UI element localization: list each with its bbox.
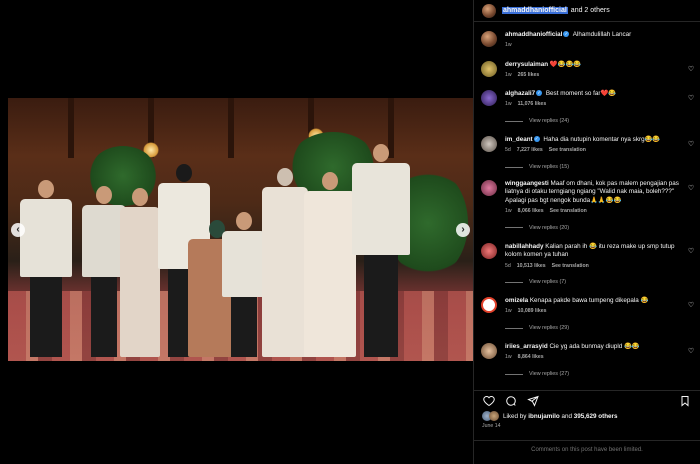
comment-likes[interactable]: 10,089 likes — [518, 308, 547, 314]
heart-icon[interactable]: ♡ — [687, 65, 695, 73]
person — [222, 212, 266, 357]
list-item: im_deant ✓ Haha dia nutupin komentar nya … — [474, 136, 700, 171]
liked-by-user[interactable]: ibnujamilo — [528, 413, 560, 420]
media-area: ‹ › — [0, 0, 473, 464]
heart-icon[interactable]: ♡ — [687, 247, 695, 255]
avatar[interactable] — [481, 31, 497, 47]
comment-time[interactable]: 5d — [505, 147, 511, 153]
avatar[interactable] — [481, 180, 497, 196]
comment-username[interactable]: derrysulaiman — [505, 61, 548, 68]
likes-count[interactable]: 395,629 others — [574, 413, 618, 420]
heart-icon[interactable]: ♡ — [687, 140, 695, 148]
person — [352, 144, 410, 357]
view-replies-button[interactable]: View replies (15) — [505, 163, 689, 171]
header-collaborators[interactable]: and 2 others — [571, 7, 610, 14]
view-replies-button[interactable]: View replies (24) — [505, 117, 689, 125]
heart-icon[interactable]: ♡ — [687, 347, 695, 355]
instagram-post-view: ‹ › ahmaddhaniofficial and 2 others ahma… — [0, 0, 700, 464]
caption: ahmaddhaniofficial ✓ Alhamdulillah Lancar… — [474, 31, 700, 50]
see-translation-link[interactable]: See translation — [549, 147, 586, 153]
comment-likes[interactable]: 10,513 likes — [517, 263, 546, 269]
comment-text: Cie yg ada bunmay diupld 😂😂 — [549, 343, 640, 350]
heart-icon[interactable]: ♡ — [687, 184, 695, 192]
likes-joiner: and — [561, 412, 572, 420]
comment-time[interactable]: 5d — [505, 263, 511, 269]
view-replies-button[interactable]: View replies (7) — [505, 278, 689, 286]
comment-username[interactable]: ahmaddhaniofficial — [505, 31, 562, 38]
likes-prefix: Liked by — [503, 412, 527, 420]
comment-time[interactable]: 1w — [505, 72, 512, 78]
comment-text: Kenapa pakde bawa tumpeng dikepala 😂 — [529, 297, 649, 304]
header-username[interactable]: ahmaddhaniofficial — [502, 7, 568, 14]
list-item: omizela Kenapa pakde bawa tumpeng dikepa… — [474, 297, 700, 332]
caption-text: Alhamdulillah Lancar — [572, 31, 632, 38]
comment-username[interactable]: iriies_arrasyid — [505, 343, 548, 350]
comment-text: Best moment so far❤️😂 — [545, 90, 617, 97]
comment-likes[interactable]: 7,227 likes — [517, 147, 543, 153]
avatar[interactable] — [481, 297, 497, 313]
comment-time[interactable]: 1w — [505, 42, 512, 48]
person — [20, 180, 72, 357]
verified-icon: ✓ — [533, 136, 540, 143]
list-item: iriies_arrasyid Cie yg ada bunmay diupld… — [474, 343, 700, 378]
heart-icon[interactable] — [482, 394, 496, 408]
comment-likes[interactable]: 8,066 likes — [518, 208, 544, 214]
comment-time[interactable]: 1w — [505, 101, 512, 107]
comment-text: Haha dia nutupin komentar nya skrg😂😂 — [543, 136, 661, 143]
comment-username[interactable]: omizela — [505, 297, 528, 304]
person — [262, 168, 308, 357]
ceiling-beam — [68, 98, 74, 158]
comment-likes[interactable]: 11,076 likes — [518, 101, 547, 107]
comment-time[interactable]: 1w — [505, 308, 512, 314]
chevron-right-icon[interactable]: › — [456, 223, 470, 237]
chevron-left-icon[interactable]: ‹ — [11, 223, 25, 237]
view-replies-button[interactable]: View replies (29) — [505, 324, 689, 332]
avatar[interactable] — [481, 343, 497, 359]
action-bar — [474, 390, 700, 410]
post-date[interactable]: June 14 — [482, 423, 500, 429]
share-icon[interactable] — [526, 394, 540, 408]
comment-time[interactable]: 1w — [505, 354, 512, 360]
comment-username[interactable]: alghazali7 — [505, 90, 535, 97]
view-replies-button[interactable]: View replies (20) — [505, 224, 689, 232]
see-translation-link[interactable]: See translation — [550, 208, 587, 214]
person — [304, 172, 356, 357]
list-item: derrysulaiman ❤️😂😂😂 1w 265 likes ♡ — [474, 61, 700, 80]
comment-username[interactable]: winggaangesti — [505, 180, 549, 187]
avatar[interactable] — [481, 136, 497, 152]
ceiling-beam — [228, 98, 234, 158]
post-photo[interactable] — [8, 98, 473, 361]
avatar — [489, 411, 499, 421]
heart-icon[interactable]: ♡ — [687, 94, 695, 102]
comment-icon[interactable] — [504, 394, 518, 408]
heart-icon[interactable]: ♡ — [687, 301, 695, 309]
likes-summary: Liked by ibnujamilo and 395,629 others — [482, 411, 618, 421]
avatar[interactable] — [481, 61, 497, 77]
post-header: ahmaddhaniofficial and 2 others — [474, 0, 700, 22]
verified-icon: ✓ — [536, 90, 543, 97]
comment-text: ❤️😂😂😂 — [549, 61, 582, 68]
view-replies-button[interactable]: View replies (27) — [505, 370, 689, 378]
see-translation-link[interactable]: See translation — [552, 263, 589, 269]
list-item: nabillahhady Kalian parah ih 😂 itu reza … — [474, 243, 700, 287]
list-item: alghazali7 ✓ Best moment so far❤️😂 1w 11,0… — [474, 90, 700, 125]
list-item: winggaangesti Maaf om dhani, kok pas mal… — [474, 180, 700, 232]
comments-panel: ahmaddhaniofficial and 2 others ahmaddha… — [473, 0, 700, 464]
comment-time[interactable]: 1w — [505, 208, 512, 214]
avatar[interactable] — [481, 90, 497, 106]
person — [120, 188, 160, 357]
avatar[interactable] — [481, 243, 497, 259]
comments-limited-notice: Comments on this post have been limited. — [474, 440, 700, 453]
comment-username[interactable]: nabillahhady — [505, 243, 544, 250]
comment-likes[interactable]: 8,864 likes — [518, 354, 544, 360]
comment-likes[interactable]: 265 likes — [518, 72, 540, 78]
comment-username[interactable]: im_deant — [505, 136, 533, 143]
bookmark-icon[interactable] — [678, 394, 692, 408]
avatar[interactable] — [482, 3, 496, 18]
verified-icon: ✓ — [563, 31, 570, 38]
